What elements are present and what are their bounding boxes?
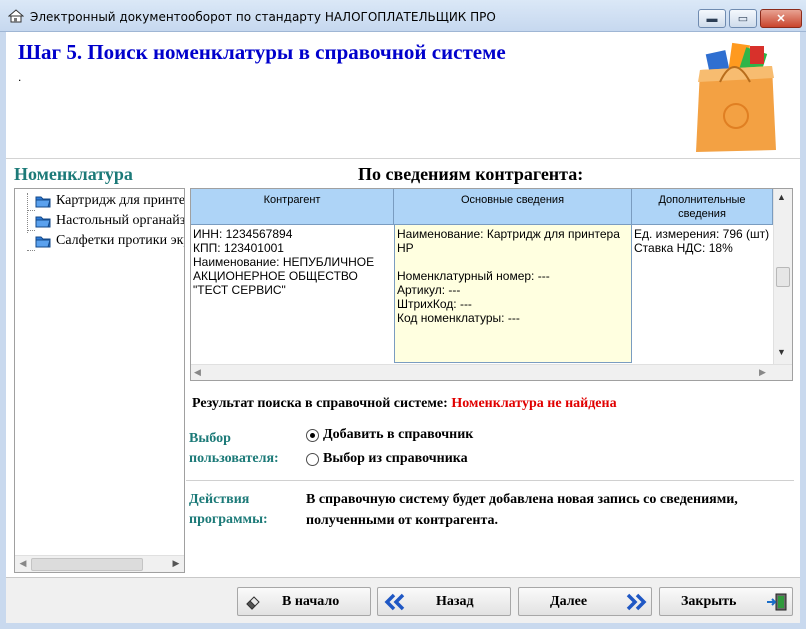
back-button-label: Назад [436, 594, 474, 609]
grid-horizontal-scrollbar[interactable]: ◀ ▶ [191, 364, 792, 380]
double-chevron-right-icon [626, 593, 647, 611]
radio-selected-icon[interactable] [306, 428, 319, 442]
program-actions-text: В справочную систему будет добавлена нов… [306, 492, 738, 528]
folder-icon [35, 216, 51, 228]
back-button[interactable]: Назад [377, 587, 511, 616]
program-actions-label: Действия программы: [189, 492, 268, 527]
user-choice-label: Выбор пользователя: [189, 431, 279, 466]
app-icon [8, 9, 24, 23]
tree-item-label: Салфетки протики экрана [56, 233, 184, 248]
scrollbar-thumb[interactable] [31, 558, 143, 571]
scroll-up-icon[interactable]: ▲ [777, 192, 786, 202]
scroll-left-icon[interactable]: ◀ [16, 558, 30, 571]
search-result: Результат поиска в справочной системе: Н… [192, 396, 617, 412]
nomenclature-tree[interactable]: Картридж для принтера HP Настольный орга… [14, 188, 185, 573]
column-header-extra[interactable]: Дополнительные сведения [632, 189, 773, 225]
minimize-button[interactable]: ▬ [698, 9, 726, 28]
radio-unselected-icon[interactable] [306, 452, 319, 466]
next-button-label: Далее [550, 594, 588, 609]
tree-item-label: Настольный органайзер [56, 213, 185, 228]
column-header-main[interactable]: Основные сведения [394, 189, 632, 225]
scroll-down-icon[interactable]: ▼ [777, 347, 786, 357]
radio-label[interactable]: Выбор из справочника [323, 451, 468, 467]
contractor-grid[interactable]: Контрагент Основные сведения Дополнитель… [190, 188, 793, 381]
nomenclature-title: Номенклатура [14, 164, 133, 184]
close-button-label: Закрыть [681, 594, 737, 609]
home-button-label: В начало [282, 594, 340, 609]
section-divider [186, 480, 794, 482]
scroll-left-icon[interactable]: ◀ [194, 367, 201, 378]
radio-choose-from-directory[interactable]: Выбор из справочника [306, 450, 468, 468]
scroll-right-icon[interactable]: ▶ [759, 367, 766, 378]
scrollbar-thumb[interactable] [776, 267, 790, 287]
eraser-icon [246, 596, 260, 610]
scroll-right-icon[interactable]: ▶ [169, 558, 183, 571]
radio-add-to-directory[interactable]: Добавить в справочник [306, 426, 473, 444]
home-button[interactable]: В начало [237, 587, 371, 616]
folder-icon [35, 236, 51, 248]
tree-item[interactable]: Салфетки протики экрана [15, 231, 184, 251]
header-divider [6, 158, 800, 160]
close-window-button[interactable]: ✕ [760, 9, 802, 28]
double-chevron-left-icon [384, 593, 405, 611]
close-button[interactable]: Закрыть [659, 587, 793, 616]
exit-door-icon [767, 593, 787, 611]
cell-main[interactable]: Наименование: Картридж для принтера HP Н… [394, 225, 632, 363]
folder-icon [35, 196, 51, 208]
radio-label[interactable]: Добавить в справочник [323, 427, 473, 443]
page-title: Шаг 5. Поиск номенклатуры в справочной с… [18, 40, 506, 64]
page-subtitle: . [18, 70, 22, 84]
search-result-value: Номенклатура не найдена [451, 396, 617, 411]
tree-item[interactable]: Настольный органайзер [15, 211, 185, 231]
cell-extra[interactable]: Ед. измерения: 796 (шт) Ставка НДС: 18% [632, 225, 773, 363]
shopping-bag-icon [696, 42, 776, 152]
contractor-title: По сведениям контрагента: [358, 164, 584, 184]
tree-item[interactable]: Картридж для принтера HP [15, 191, 185, 211]
tree-horizontal-scrollbar[interactable]: ◀ ▶ [15, 555, 184, 572]
grid-vertical-scrollbar[interactable]: ▲ ▼ [773, 189, 792, 364]
title-bar: Электронный документооборот по стандарту… [0, 0, 806, 32]
column-header-contractor[interactable]: Контрагент [191, 189, 394, 225]
tree-item-label: Картридж для принтера HP [56, 193, 185, 208]
maximize-button[interactable]: ▭ [729, 9, 757, 28]
search-result-label: Результат поиска в справочной системе: [192, 396, 452, 411]
next-button[interactable]: Далее [518, 587, 652, 616]
cell-contractor[interactable]: ИНН: 1234567894 КПП: 123401001 Наименова… [191, 225, 394, 363]
window-title: Электронный документооборот по стандарту… [30, 10, 496, 24]
